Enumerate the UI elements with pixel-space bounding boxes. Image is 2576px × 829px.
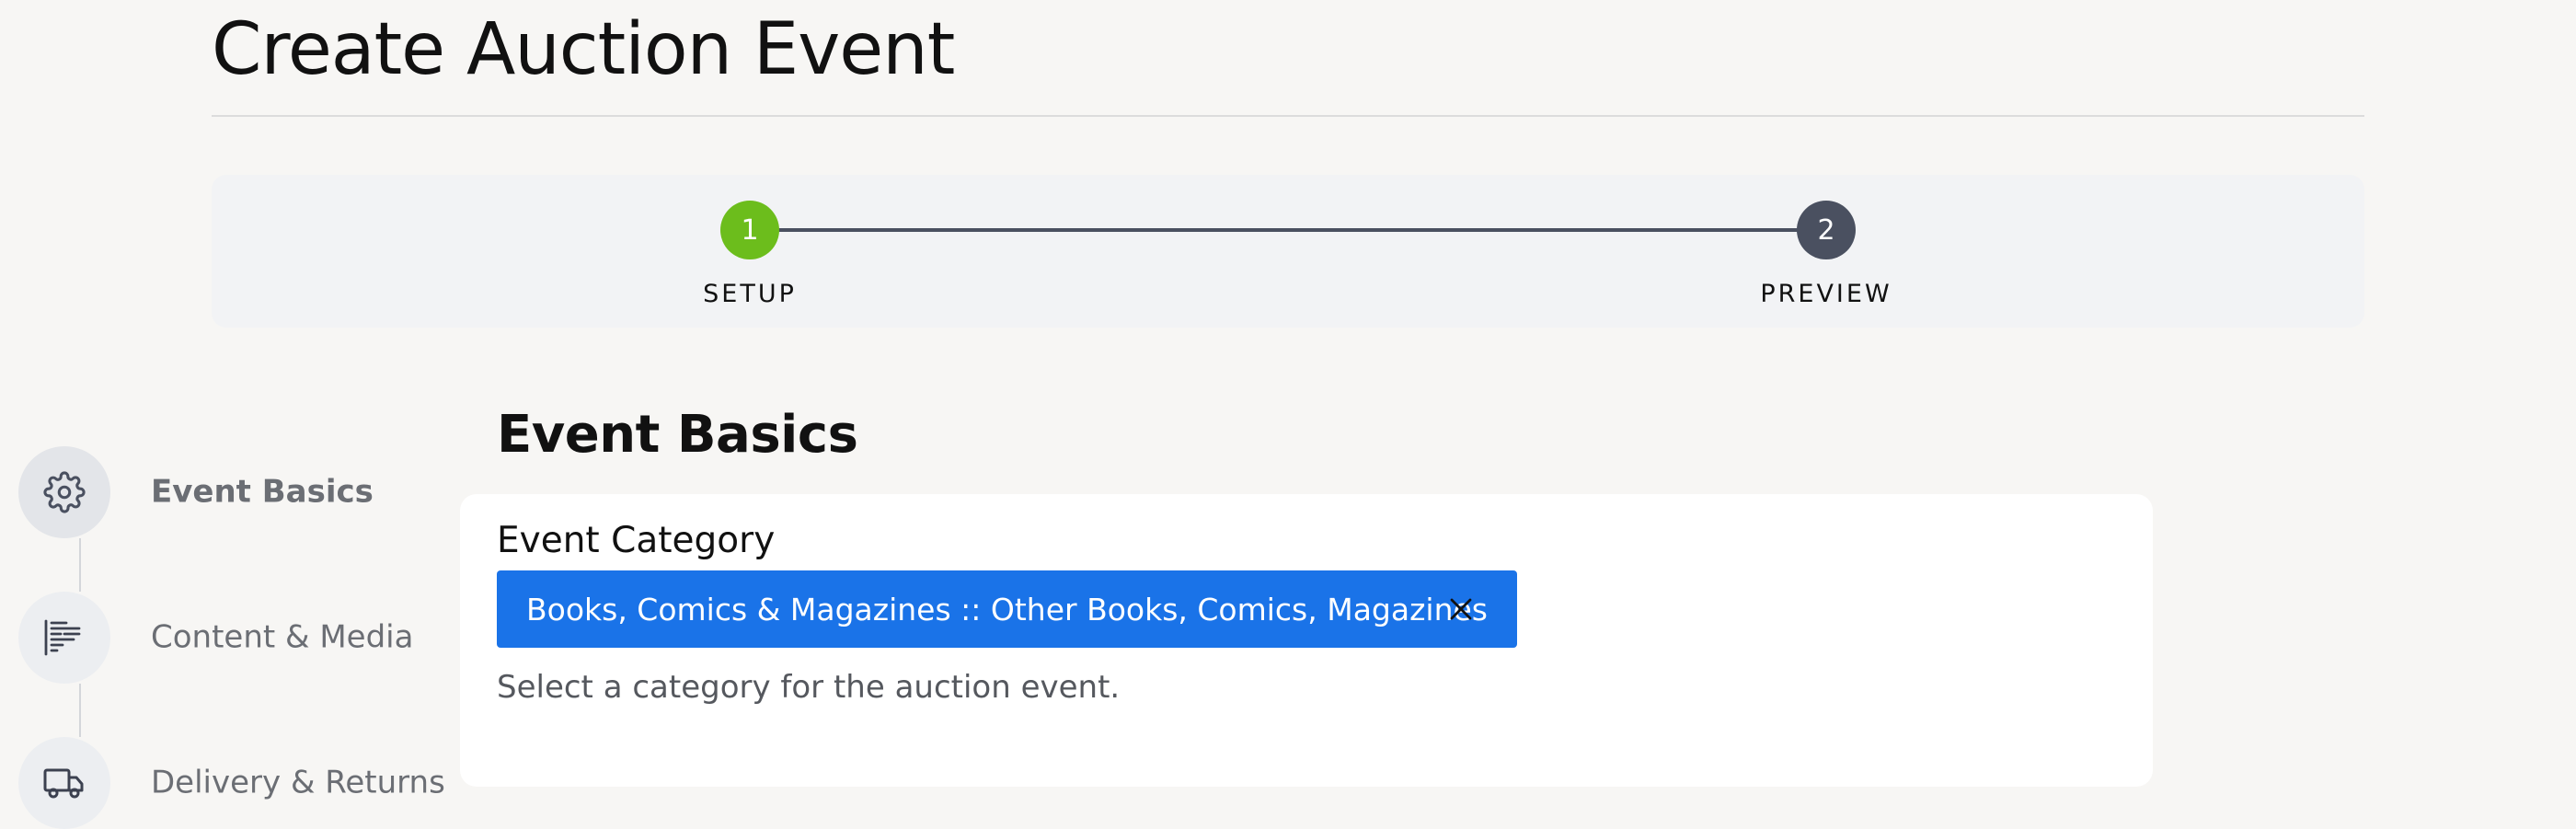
nav-connector	[79, 538, 81, 592]
nav-item-content-media[interactable]: Content & Media	[18, 592, 451, 684]
progress-stepper: 1 SETUP 2 PREVIEW	[212, 175, 2364, 328]
step-1-indicator[interactable]: 1	[720, 201, 779, 259]
gear-icon	[18, 446, 110, 538]
stepper-connector	[750, 228, 1826, 232]
page-title: Create Auction Event	[212, 8, 955, 91]
event-category-label: Event Category	[497, 520, 776, 561]
close-icon[interactable]	[1443, 591, 1479, 628]
section-title: Event Basics	[497, 405, 858, 465]
nav-item-label: Event Basics	[151, 473, 374, 511]
truck-icon	[18, 737, 110, 829]
step-1-label[interactable]: SETUP	[703, 280, 797, 308]
step-2-indicator[interactable]: 2	[1797, 201, 1856, 259]
nav-item-label: Content & Media	[151, 618, 414, 656]
event-category-card: Event Category Books, Comics & Magazines…	[460, 494, 2153, 787]
text-lines-icon	[18, 592, 110, 684]
event-category-help-text: Select a category for the auction event.	[497, 669, 1121, 706]
step-2-label[interactable]: PREVIEW	[1760, 280, 1892, 308]
nav-connector	[79, 684, 81, 737]
nav-item-delivery-returns[interactable]: Delivery & Returns	[18, 737, 451, 829]
nav-item-event-basics[interactable]: Event Basics	[18, 446, 451, 538]
nav-item-label: Delivery & Returns	[151, 764, 445, 801]
title-divider	[212, 115, 2364, 117]
event-category-select[interactable]: Books, Comics & Magazines :: Other Books…	[497, 570, 1517, 648]
